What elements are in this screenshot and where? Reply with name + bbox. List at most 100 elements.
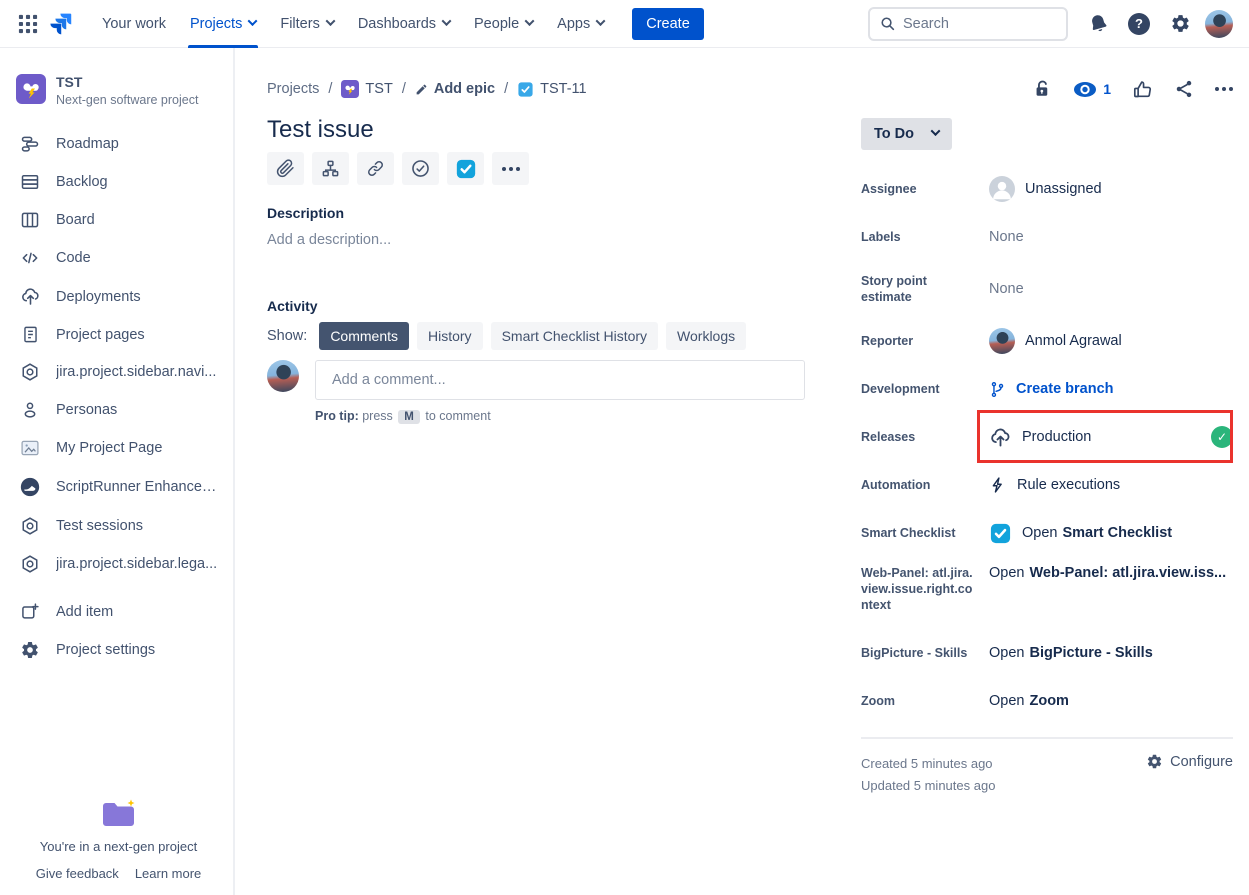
project-name: TST: [56, 74, 198, 90]
sidebar-item-project-settings[interactable]: Project settings: [12, 631, 225, 669]
sidebar-item-deployments[interactable]: Deployments: [12, 277, 225, 316]
sidebar-item-project-pages[interactable]: Project pages: [12, 316, 225, 353]
share-button[interactable]: [1174, 79, 1194, 99]
status-check-button[interactable]: [402, 152, 439, 185]
sidebar-item-addon-navigation[interactable]: jira.project.sidebar.navi...: [12, 353, 225, 391]
status-dropdown[interactable]: To Do: [861, 118, 952, 150]
nav-apps[interactable]: Apps: [545, 0, 616, 48]
sidebar-item-label: Project settings: [56, 642, 155, 658]
link-issue-button[interactable]: [357, 152, 394, 185]
sidebar-item-roadmap[interactable]: Roadmap: [12, 125, 225, 163]
nav-projects[interactable]: Projects: [178, 0, 268, 48]
add-subtask-button[interactable]: [312, 152, 349, 185]
assignee-value[interactable]: Unassigned: [989, 176, 1233, 202]
issue-view: Projects / TST / Add epic / TST-11: [235, 48, 1249, 895]
release-production[interactable]: Production ✓: [989, 426, 1233, 449]
circle-check-icon: [410, 158, 431, 179]
sidebar-item-label: jira.project.sidebar.lega...: [56, 556, 217, 572]
help-button[interactable]: ?: [1123, 8, 1155, 40]
unlock-icon: [1033, 78, 1052, 100]
breadcrumb-project-tst[interactable]: TST: [341, 80, 392, 98]
create-button[interactable]: Create: [632, 8, 704, 40]
help-icon: ?: [1128, 13, 1150, 35]
attach-button[interactable]: [267, 152, 304, 185]
search-icon: [880, 16, 895, 31]
create-branch-link[interactable]: Create branch: [989, 381, 1233, 398]
nav-your-work[interactable]: Your work: [90, 0, 178, 48]
tab-worklogs[interactable]: Worklogs: [666, 322, 746, 350]
field-label: Story point estimate: [861, 273, 989, 305]
search-input[interactable]: [903, 16, 1043, 32]
sidebar-item-scriptrunner[interactable]: ScriptRunner Enhanced...: [12, 467, 225, 507]
jira-logo[interactable]: [44, 8, 76, 40]
breadcrumb-issue-key[interactable]: TST-11: [517, 81, 586, 98]
sidebar-item-add-item[interactable]: Add item: [12, 593, 225, 631]
more-actions-button[interactable]: [1215, 87, 1233, 91]
field-label: Assignee: [861, 181, 989, 197]
field-label: Releases: [861, 429, 989, 445]
open-web-panel-link[interactable]: Open Web-Panel: atl.jira.view.iss...: [989, 565, 1233, 581]
app-switcher-icon[interactable]: [12, 8, 44, 40]
configure-button[interactable]: Configure: [1146, 753, 1233, 770]
page-icon: [18, 325, 42, 344]
nav-people[interactable]: People: [462, 0, 545, 48]
more-tools-button[interactable]: [492, 152, 529, 185]
tab-history[interactable]: History: [417, 322, 483, 350]
assignee-name: Unassigned: [1025, 181, 1102, 197]
vote-button[interactable]: [1132, 79, 1153, 100]
user-avatar[interactable]: [1205, 10, 1233, 38]
branch-icon: [989, 381, 1006, 398]
breadcrumb-projects[interactable]: Projects: [267, 81, 319, 97]
story-points-value[interactable]: None: [989, 281, 1233, 297]
project-header[interactable]: TST Next-gen software project: [12, 72, 225, 109]
nav-filters[interactable]: Filters: [268, 0, 345, 48]
learn-more-link[interactable]: Learn more: [135, 866, 201, 881]
release-success-badge: ✓: [1211, 426, 1233, 448]
lock-button[interactable]: [1033, 78, 1052, 100]
tab-smart-checklist-history[interactable]: Smart Checklist History: [491, 322, 658, 350]
primary-nav: Your work Projects Filters Dashboards Pe…: [90, 0, 616, 48]
breadcrumb-label: Add epic: [434, 81, 495, 97]
description-heading: Description: [267, 205, 805, 221]
rule-executions-link[interactable]: Rule executions: [989, 476, 1233, 494]
breadcrumb-separator: /: [328, 81, 332, 97]
comment-input[interactable]: [315, 360, 805, 400]
open-zoom-link[interactable]: Open Zoom: [989, 693, 1233, 709]
sidebar-item-code[interactable]: Code: [12, 239, 225, 277]
sidebar-item-backlog[interactable]: Backlog: [12, 163, 225, 201]
sidebar-item-label: Backlog: [56, 174, 108, 190]
tab-comments[interactable]: Comments: [319, 322, 409, 350]
jira-logo-icon: [48, 11, 73, 36]
notifications-button[interactable]: [1082, 8, 1114, 40]
project-title-block: TST Next-gen software project: [56, 74, 198, 107]
global-search[interactable]: [868, 7, 1068, 41]
reporter-value[interactable]: Anmol Agrawal: [989, 328, 1233, 354]
created-date: Created 5 minutes ago: [861, 753, 995, 775]
updated-date: Updated 5 minutes ago: [861, 775, 995, 797]
watchers-button[interactable]: 1: [1073, 81, 1111, 98]
sidebar-item-label: Personas: [56, 402, 117, 418]
description-placeholder[interactable]: Add a description...: [267, 232, 805, 248]
sidebar-item-personas[interactable]: Personas: [12, 391, 225, 429]
breadcrumb-add-epic[interactable]: Add epic: [415, 81, 495, 97]
sidebar-item-my-project-page[interactable]: My Project Page: [12, 429, 225, 467]
smart-checklist-button[interactable]: [447, 152, 484, 185]
nav-dashboards[interactable]: Dashboards: [346, 0, 462, 48]
nav-label: Filters: [280, 16, 319, 32]
share-icon: [1174, 79, 1194, 99]
give-feedback-link[interactable]: Give feedback: [36, 866, 119, 881]
issue-title[interactable]: Test issue: [267, 116, 805, 144]
release-name: Production: [1022, 429, 1091, 445]
board-icon: [18, 210, 42, 230]
chevron-down-icon: [931, 126, 941, 136]
open-bigpicture-link[interactable]: Open BigPicture - Skills: [989, 645, 1233, 661]
sidebar-item-test-sessions[interactable]: Test sessions: [12, 507, 225, 545]
settings-button[interactable]: [1164, 8, 1196, 40]
image-icon: [18, 438, 42, 458]
add-item-icon: [18, 602, 42, 622]
open-word: Open: [989, 693, 1024, 709]
sidebar-item-addon-legacy[interactable]: jira.project.sidebar.lega...: [12, 545, 225, 583]
labels-value[interactable]: None: [989, 229, 1233, 245]
sidebar-item-board[interactable]: Board: [12, 201, 225, 239]
open-smart-checklist-link[interactable]: Open Smart Checklist: [989, 522, 1233, 545]
